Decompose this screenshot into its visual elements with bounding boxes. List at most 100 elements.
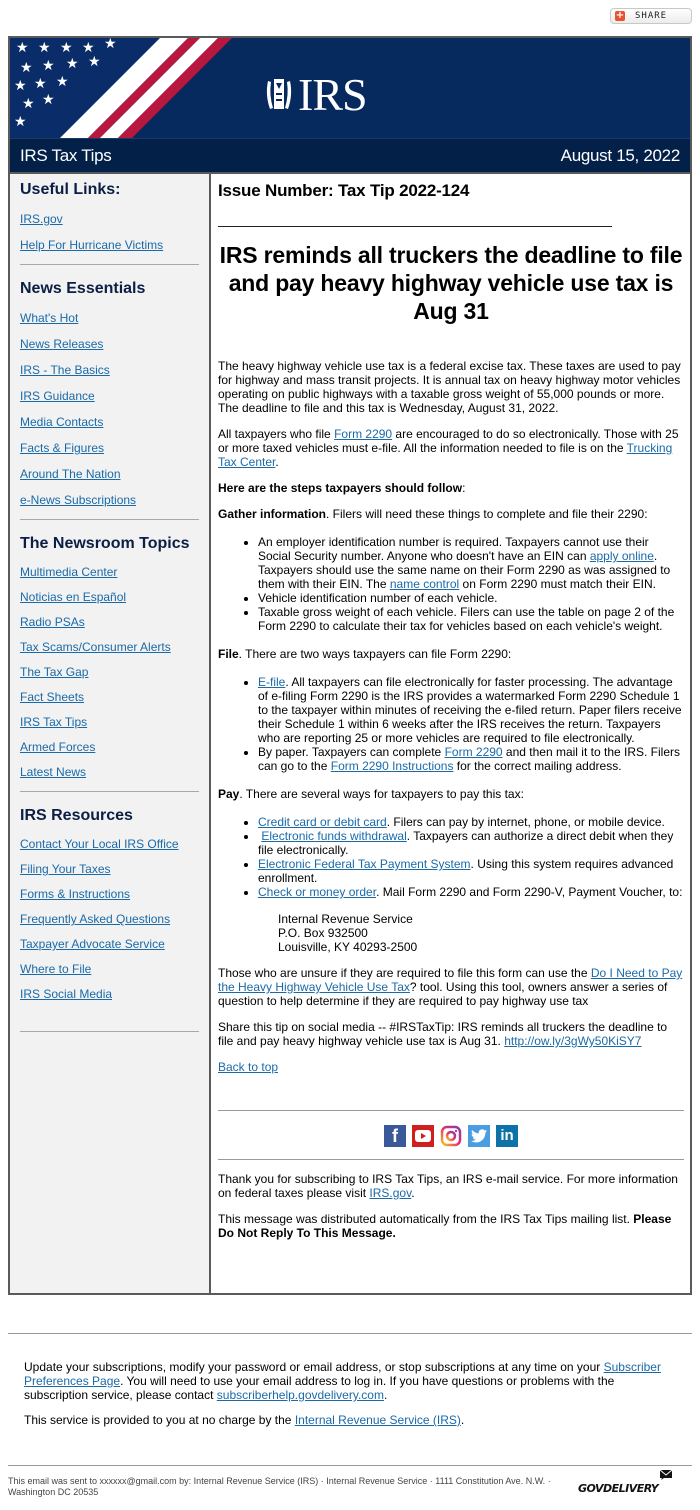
linkedin-icon[interactable]: in bbox=[496, 1125, 518, 1147]
text: This message was distributed automatical… bbox=[218, 1212, 634, 1226]
text: . bbox=[460, 1413, 465, 1427]
short-link[interactable]: http://ow.ly/3gWy50KiSY7 bbox=[504, 1034, 641, 1048]
sidebar-link-social-media[interactable]: IRS Social Media bbox=[20, 987, 112, 1001]
file-paragraph: File. There are two ways taxpayers can f… bbox=[218, 647, 684, 661]
sidebar-section-irs-resources: IRS Resources Contact Your Local IRS Off… bbox=[20, 806, 199, 1032]
sidebar-link-whats-hot[interactable]: What's Hot bbox=[20, 311, 78, 325]
sidebar-link-media-contacts[interactable]: Media Contacts bbox=[20, 415, 103, 429]
svg-text:★: ★ bbox=[38, 40, 51, 56]
service-notice: This service is provided to you at no ch… bbox=[24, 1413, 674, 1427]
footer-divider bbox=[8, 1465, 692, 1466]
efile-paragraph: All taxpayers who file Form 2290 are enc… bbox=[218, 427, 684, 469]
mailing-address: Internal Revenue Service P.O. Box 932500… bbox=[278, 912, 684, 954]
text: . bbox=[411, 1186, 415, 1200]
name-control-link[interactable]: name control bbox=[390, 577, 459, 591]
sidebar-heading: Useful Links: bbox=[20, 181, 121, 198]
list-item: Electronic Federal Tax Payment System. U… bbox=[258, 857, 684, 885]
text: on Form 2290 must match their EIN. bbox=[459, 577, 656, 591]
sidebar-link-latest-news[interactable]: Latest News bbox=[20, 765, 86, 779]
sidebar-link-armed-forces[interactable]: Armed Forces bbox=[20, 740, 95, 754]
sidebar-link-noticias[interactable]: Noticias en Español bbox=[20, 590, 126, 604]
sidebar-link-irs-gov[interactable]: IRS.gov bbox=[20, 212, 63, 226]
text: . There are several ways for taxpayers t… bbox=[239, 787, 524, 801]
sidebar-section-useful-links: Useful Links: IRS.gov Help For Hurricane… bbox=[20, 180, 199, 265]
check-money-order-link[interactable]: Check or money order bbox=[258, 885, 376, 899]
sidebar-link-multimedia-center[interactable]: Multimedia Center bbox=[20, 565, 117, 579]
svg-text:★: ★ bbox=[42, 58, 55, 74]
sidebar-section-news-essentials: News Essentials What's Hot News Releases… bbox=[20, 279, 199, 520]
sidebar-link-irs-guidance[interactable]: IRS Guidance bbox=[20, 389, 95, 403]
irs-link[interactable]: Internal Revenue Service (IRS) bbox=[295, 1413, 461, 1427]
list-item: Vehicle identification number of each ve… bbox=[258, 591, 684, 605]
sidebar-link-irs-tax-tips[interactable]: IRS Tax Tips bbox=[20, 715, 87, 729]
pay-label: Pay bbox=[218, 787, 240, 801]
svg-text:★: ★ bbox=[56, 74, 69, 90]
text: . Filers will need these things to compl… bbox=[326, 507, 648, 521]
email-frame: ★ ★ ★ ★ ★ ★ ★ ★ ★ ★ ★ ★ ★ ★ ★ IRS IRS Tax Tips Aug… bbox=[8, 36, 692, 1295]
text: . bbox=[383, 1388, 388, 1402]
electronic-funds-withdrawal-link[interactable]: Electronic funds withdrawal bbox=[261, 829, 406, 843]
footer-divider bbox=[8, 1333, 692, 1334]
svg-text:★: ★ bbox=[22, 96, 35, 112]
sidebar-link-enews-subscriptions[interactable]: e-News Subscriptions bbox=[20, 493, 136, 507]
svg-text:★: ★ bbox=[20, 60, 33, 76]
sidebar-link-news-releases[interactable]: News Releases bbox=[20, 337, 103, 351]
text: for the correct mailing address. bbox=[453, 759, 622, 773]
sidebar-link-local-office[interactable]: Contact Your Local IRS Office bbox=[20, 837, 179, 851]
form-2290-link[interactable]: Form 2290 bbox=[445, 745, 503, 759]
list-item: Taxable gross weight of each vehicle. Fi… bbox=[258, 605, 684, 633]
text: . All taxpayers can file electronically … bbox=[258, 675, 682, 745]
issue-number: Issue Number: Tax Tip 2022-124 bbox=[218, 181, 470, 200]
svg-text:★: ★ bbox=[104, 38, 117, 52]
text: : bbox=[462, 481, 466, 495]
twitter-icon[interactable] bbox=[468, 1125, 490, 1147]
back-to-top-link[interactable]: Back to top bbox=[218, 1060, 278, 1074]
credit-card-link[interactable]: Credit card or debit card bbox=[258, 815, 387, 829]
sidebar-link-where-to-file[interactable]: Where to File bbox=[20, 962, 91, 976]
plus-icon: + bbox=[615, 10, 625, 21]
sidebar-link-forms-instructions[interactable]: Forms & Instructions bbox=[20, 887, 130, 901]
sidebar-link-facts-figures[interactable]: Facts & Figures bbox=[20, 441, 104, 455]
steps-heading: Here are the steps taxpayers should foll… bbox=[218, 481, 684, 495]
sidebar-link-faq[interactable]: Frequently Asked Questions bbox=[20, 912, 170, 926]
form-2290-instructions-link[interactable]: Form 2290 Instructions bbox=[331, 759, 454, 773]
sidebar-link-tax-scams[interactable]: Tax Scams/Consumer Alerts bbox=[20, 640, 171, 654]
apply-online-link[interactable]: apply online bbox=[590, 549, 654, 563]
sidebar-link-filing-taxes[interactable]: Filing Your Taxes bbox=[20, 862, 111, 876]
text: . There are two ways taxpayers can file … bbox=[238, 647, 512, 661]
irs-gov-link[interactable]: IRS.gov bbox=[369, 1186, 411, 1200]
list-item: By paper. Taxpayers can complete Form 22… bbox=[258, 745, 684, 773]
subscriber-help-link[interactable]: subscriberhelp.govdelivery.com bbox=[217, 1388, 384, 1402]
youtube-icon[interactable] bbox=[412, 1125, 434, 1147]
file-label: File bbox=[218, 647, 239, 661]
sidebar-link-fact-sheets[interactable]: Fact Sheets bbox=[20, 690, 84, 704]
sidebar-link-taxpayer-advocate[interactable]: Taxpayer Advocate Service bbox=[20, 937, 165, 951]
gather-label: Gather information bbox=[218, 507, 327, 521]
svg-text:★: ★ bbox=[88, 54, 101, 70]
efile-link[interactable]: E-file bbox=[258, 675, 285, 689]
sidebar-heading: The Newsroom Topics bbox=[20, 535, 190, 552]
share-button[interactable]: + SHARE bbox=[610, 8, 692, 24]
govdelivery-wordmark: GOVDELIVERY bbox=[578, 1478, 659, 1496]
sidebar-link-hurricane-help[interactable]: Help For Hurricane Victims bbox=[20, 238, 163, 252]
instagram-icon[interactable] bbox=[440, 1125, 462, 1147]
form-2290-link[interactable]: Form 2290 bbox=[334, 427, 392, 441]
list-item: E-file. All taxpayers can file electroni… bbox=[258, 675, 684, 745]
pay-paragraph: Pay. There are several ways for taxpayer… bbox=[218, 787, 684, 801]
address-line: Internal Revenue Service bbox=[278, 912, 413, 926]
sidebar-link-tax-gap[interactable]: The Tax Gap bbox=[20, 665, 88, 679]
flag-decoration-icon: ★ ★ ★ ★ ★ ★ ★ ★ ★ ★ ★ ★ ★ ★ ★ bbox=[10, 38, 232, 138]
list-item: Electronic funds withdrawal. Taxpayers c… bbox=[258, 829, 684, 857]
text: Update your subscriptions, modify your p… bbox=[24, 1360, 604, 1374]
text: All taxpayers who file bbox=[218, 427, 335, 441]
sidebar-link-irs-basics[interactable]: IRS - The Basics bbox=[20, 363, 110, 377]
facebook-icon[interactable]: f bbox=[384, 1125, 406, 1147]
text: By paper. Taxpayers can complete bbox=[258, 745, 445, 759]
sidebar-link-radio-psas[interactable]: Radio PSAs bbox=[20, 615, 85, 629]
sidebar-link-around-nation[interactable]: Around The Nation bbox=[20, 467, 121, 481]
govdelivery-logo: GOVDELIVERY bbox=[578, 1470, 673, 1496]
eftps-link[interactable]: Electronic Federal Tax Payment System bbox=[258, 857, 471, 871]
social-icons: f in bbox=[218, 1111, 684, 1159]
sidebar-divider bbox=[20, 264, 199, 265]
svg-text:★: ★ bbox=[14, 78, 27, 94]
